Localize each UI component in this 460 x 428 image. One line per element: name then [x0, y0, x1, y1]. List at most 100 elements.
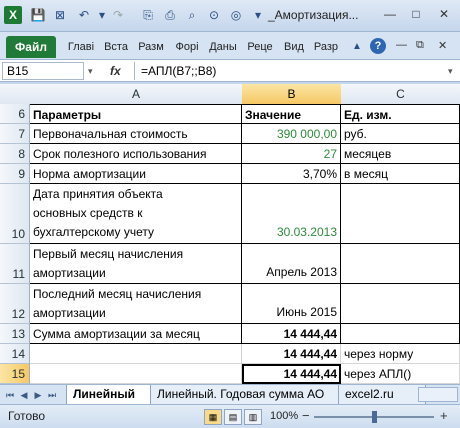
undo-icon[interactable]: ↶: [76, 7, 92, 23]
table-cell[interactable]: [341, 244, 460, 284]
row-header[interactable]: 11: [0, 244, 30, 284]
table-cell[interactable]: [341, 184, 460, 244]
prev-sheet-icon[interactable]: ◀: [18, 388, 30, 402]
collapse-ribbon-icon[interactable]: ▲: [352, 41, 362, 52]
save-icon[interactable]: 💾: [30, 7, 46, 23]
options-icon[interactable]: ◎: [228, 7, 244, 23]
table-cell[interactable]: [341, 284, 460, 324]
table-cell[interactable]: в месяц: [341, 164, 460, 184]
expand-formula-bar-icon[interactable]: ▾: [448, 66, 453, 77]
cell-text-line: бухгалтерскому учету: [33, 225, 155, 239]
cell-text-line: Последний месяц начисления: [33, 287, 202, 301]
insert-function-icon[interactable]: fx: [110, 62, 121, 80]
table-cell[interactable]: Дата принятия объекта основных средств к…: [30, 184, 242, 244]
maximize-button[interactable]: □: [406, 5, 426, 23]
tab-insert[interactable]: Вста: [100, 36, 132, 58]
select-all-corner[interactable]: [0, 84, 31, 105]
excel-app-icon[interactable]: X: [4, 6, 22, 24]
tab-data[interactable]: Даны: [206, 36, 240, 58]
table-cell[interactable]: [30, 344, 242, 364]
active-cell[interactable]: 14 444,44: [242, 364, 341, 384]
help-icon[interactable]: ?: [370, 38, 386, 54]
tab-formulas[interactable]: Форі: [170, 36, 204, 58]
doc-close-button[interactable]: ✕: [438, 39, 447, 52]
sheet-tab-bar: ⏮ ◀ ▶ ⏭ Линейный Линейный. Годовая сумма…: [0, 384, 460, 405]
column-header-b[interactable]: B: [242, 84, 342, 105]
column-header-c[interactable]: C: [341, 84, 460, 105]
sheet-tab-linear-annual[interactable]: Линейный. Годовая сумма АО: [150, 385, 350, 405]
minimize-button[interactable]: —: [380, 5, 400, 23]
table-cell[interactable]: через норму: [341, 344, 460, 364]
row-header[interactable]: 10: [0, 184, 30, 244]
close-button[interactable]: ✕: [434, 5, 454, 23]
name-box[interactable]: B15: [2, 62, 84, 80]
table-cell[interactable]: Первый месяц начисления амортизации: [30, 244, 242, 284]
zoom-slider-thumb[interactable]: [371, 411, 377, 423]
table-cell[interactable]: Июнь 2015: [242, 284, 341, 324]
normal-view-icon[interactable]: ▦: [204, 409, 222, 425]
copy-icon[interactable]: ⎘: [140, 7, 156, 23]
tab-review[interactable]: Реце: [242, 36, 278, 58]
table-cell[interactable]: Срок полезного использования: [30, 144, 242, 164]
tab-developer[interactable]: Разр: [310, 36, 342, 58]
undo-dropdown-icon[interactable]: ▾: [94, 7, 110, 23]
name-box-dropdown-icon[interactable]: ▾: [88, 66, 93, 77]
sheet-tab-linear[interactable]: Линейный: [66, 385, 162, 405]
status-bar: Готово ▦ ▤ ▥ 100% − +: [0, 404, 460, 428]
table-cell[interactable]: 14 444,44: [242, 324, 341, 344]
table-header-cell[interactable]: Ед. изм.: [341, 104, 460, 124]
table-cell[interactable]: Сумма амортизации за месяц: [30, 324, 242, 344]
horizontal-scrollbar[interactable]: [418, 387, 458, 402]
print-icon[interactable]: ⎙: [162, 7, 178, 23]
doc-minimize-button[interactable]: —: [396, 39, 407, 51]
first-sheet-icon[interactable]: ⏮: [4, 388, 16, 402]
table-cell[interactable]: 27: [242, 144, 341, 164]
table-header-cell[interactable]: Параметры: [30, 104, 242, 124]
worksheet-grid[interactable]: A B C 6 Параметры Значение Ед. изм. 7 Пе…: [0, 84, 460, 384]
row-header[interactable]: 15: [0, 364, 30, 384]
repeat-icon[interactable]: ⊠: [52, 7, 68, 23]
table-cell[interactable]: Первоначальная стоимость: [30, 124, 242, 144]
doc-restore-button[interactable]: ⧉: [416, 39, 424, 52]
next-sheet-icon[interactable]: ▶: [32, 388, 44, 402]
row-header[interactable]: 14: [0, 344, 30, 364]
row-header[interactable]: 13: [0, 324, 30, 344]
status-text: Готово: [8, 409, 46, 423]
table-header-cell[interactable]: Значение: [242, 104, 341, 124]
redo-icon[interactable]: ↷: [110, 7, 126, 23]
table-cell[interactable]: Норма амортизации: [30, 164, 242, 184]
column-header-a[interactable]: A: [30, 84, 243, 105]
page-layout-view-icon[interactable]: ▤: [224, 409, 242, 425]
table-cell[interactable]: 14 444,44: [242, 344, 341, 364]
tab-home[interactable]: Главі: [64, 36, 98, 58]
table-cell[interactable]: месяцев: [341, 144, 460, 164]
tab-file[interactable]: Файл: [6, 36, 56, 58]
preview-icon[interactable]: ⌕: [184, 7, 200, 23]
tab-view[interactable]: Вид: [280, 36, 308, 58]
customize-quick-access-icon[interactable]: ▾: [250, 7, 266, 23]
zoom-out-icon[interactable]: −: [302, 408, 310, 423]
table-cell[interactable]: руб.: [341, 124, 460, 144]
last-sheet-icon[interactable]: ⏭: [46, 388, 58, 402]
cell-text-line: Дата принятия объекта: [33, 187, 163, 201]
table-cell[interactable]: Последний месяц начисления амортизации: [30, 284, 242, 324]
sheet-tab-excel2[interactable]: excel2.ru: [338, 385, 426, 405]
row-header[interactable]: 12: [0, 284, 30, 324]
table-cell[interactable]: Апрель 2013: [242, 244, 341, 284]
row-header[interactable]: 8: [0, 144, 30, 164]
quick-access-icon[interactable]: ⊙: [206, 7, 222, 23]
zoom-in-icon[interactable]: +: [440, 408, 448, 423]
row-header[interactable]: 7: [0, 124, 30, 144]
table-cell[interactable]: 30.03.2013: [242, 184, 341, 244]
tab-page-layout[interactable]: Разм: [134, 36, 168, 58]
table-cell[interactable]: 390 000,00: [242, 124, 341, 144]
table-cell[interactable]: 3,70%: [242, 164, 341, 184]
formula-input[interactable]: =АПЛ(B7;;B8): [134, 62, 452, 80]
table-cell[interactable]: через АПЛ(): [341, 364, 460, 384]
table-cell[interactable]: [341, 324, 460, 344]
zoom-level[interactable]: 100%: [270, 410, 298, 422]
table-cell[interactable]: [30, 364, 242, 384]
row-header[interactable]: 9: [0, 164, 30, 184]
row-header[interactable]: 6: [0, 104, 30, 124]
page-break-view-icon[interactable]: ▥: [244, 409, 262, 425]
